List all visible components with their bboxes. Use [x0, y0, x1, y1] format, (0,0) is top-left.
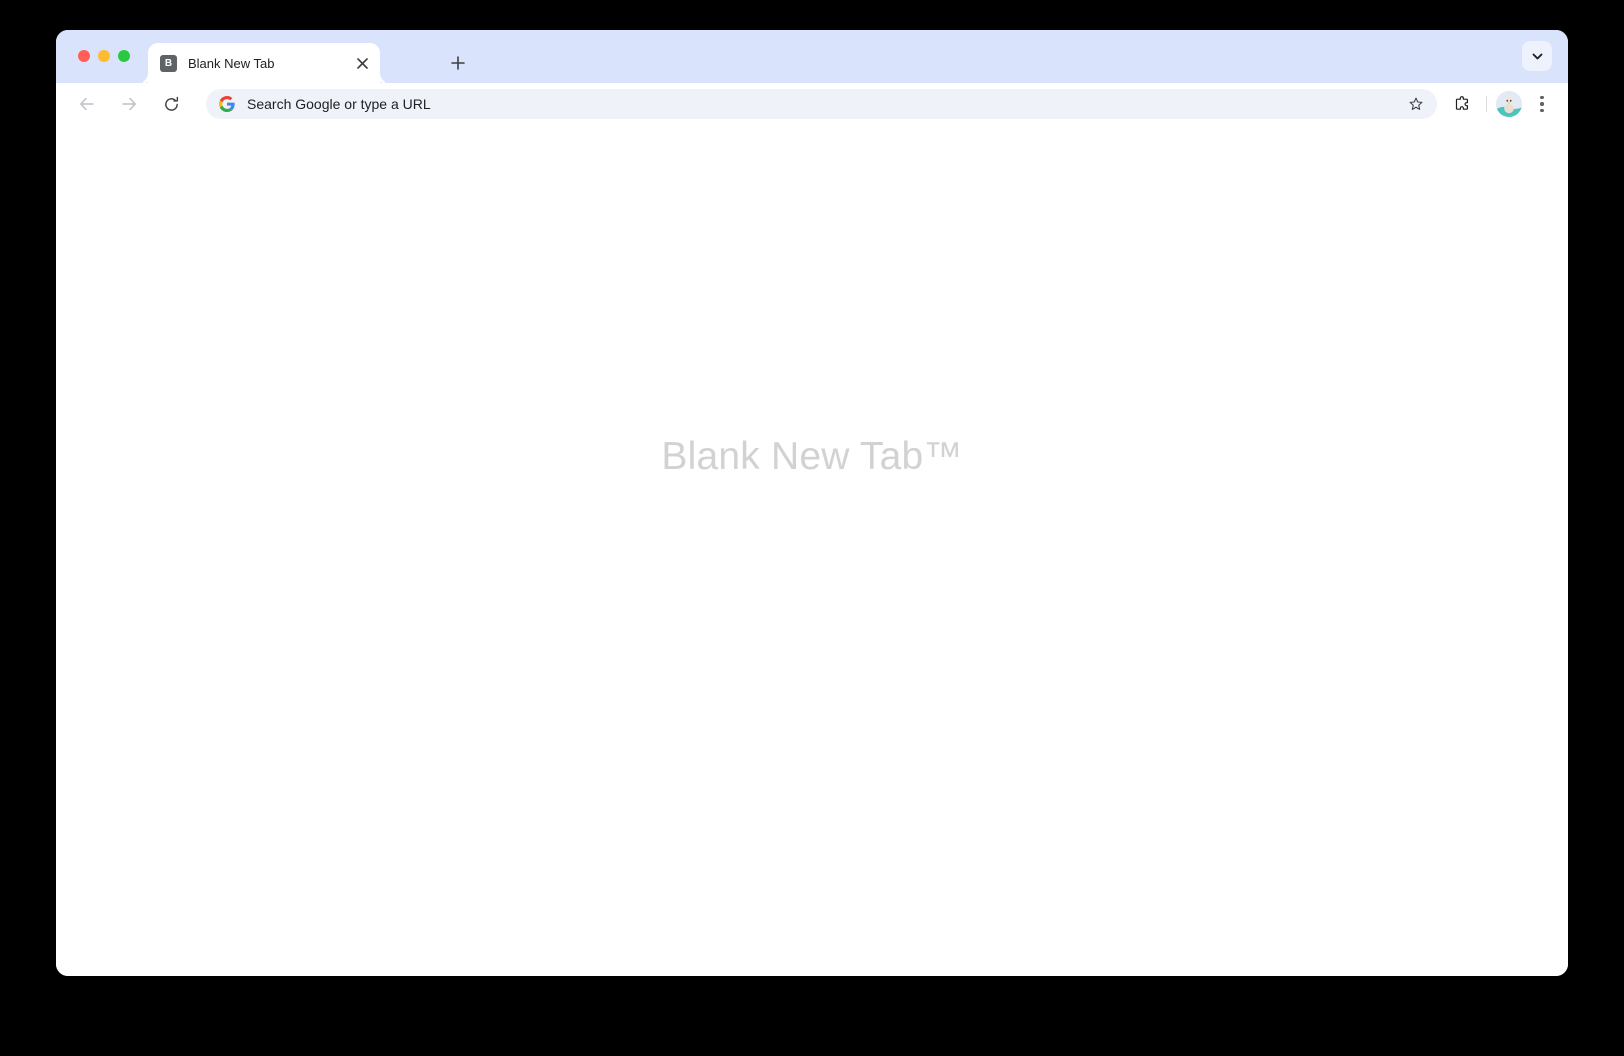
kebab-dot-3: [1540, 108, 1544, 113]
page-watermark-text: Blank New Tab™: [661, 435, 963, 478]
reload-button[interactable]: [156, 89, 186, 119]
window-minimize-button[interactable]: [98, 50, 110, 62]
star-icon[interactable]: [1403, 91, 1429, 117]
tab-favicon-icon: B: [160, 54, 177, 72]
back-button[interactable]: [72, 89, 102, 119]
new-tab-button[interactable]: [444, 49, 472, 77]
window-traffic-lights: [78, 50, 130, 62]
forward-button[interactable]: [114, 89, 144, 119]
kebab-dot-2: [1540, 102, 1544, 106]
google-g-icon: [218, 96, 235, 113]
tab-blank-new-tab[interactable]: B Blank New Tab: [148, 43, 380, 83]
tab-list: B Blank New Tab: [148, 30, 380, 83]
screen: B Blank New Tab Search Google or type a …: [0, 0, 1624, 1056]
window-close-button[interactable]: [78, 50, 90, 62]
tab-title: Blank New Tab: [188, 55, 275, 71]
kebab-menu-icon[interactable]: [1528, 90, 1556, 118]
toolbar-divider: [1486, 96, 1487, 112]
puzzle-piece-icon[interactable]: [1447, 89, 1477, 119]
tab-strip: B Blank New Tab: [56, 30, 1568, 83]
browser-toolbar: Search Google or type a URL: [56, 83, 1568, 125]
tab-search-button[interactable]: [1522, 41, 1552, 71]
page-content: Blank New Tab™: [56, 125, 1568, 976]
avatar-cat-icon[interactable]: [1496, 91, 1522, 117]
window-maximize-button[interactable]: [118, 50, 130, 62]
omnibox[interactable]: Search Google or type a URL: [206, 89, 1437, 119]
browser-window: B Blank New Tab Search Google or type a …: [56, 30, 1568, 976]
tab-close-icon[interactable]: [351, 52, 373, 74]
omnibox-placeholder-text: Search Google or type a URL: [247, 96, 431, 112]
kebab-dot-1: [1540, 95, 1544, 100]
